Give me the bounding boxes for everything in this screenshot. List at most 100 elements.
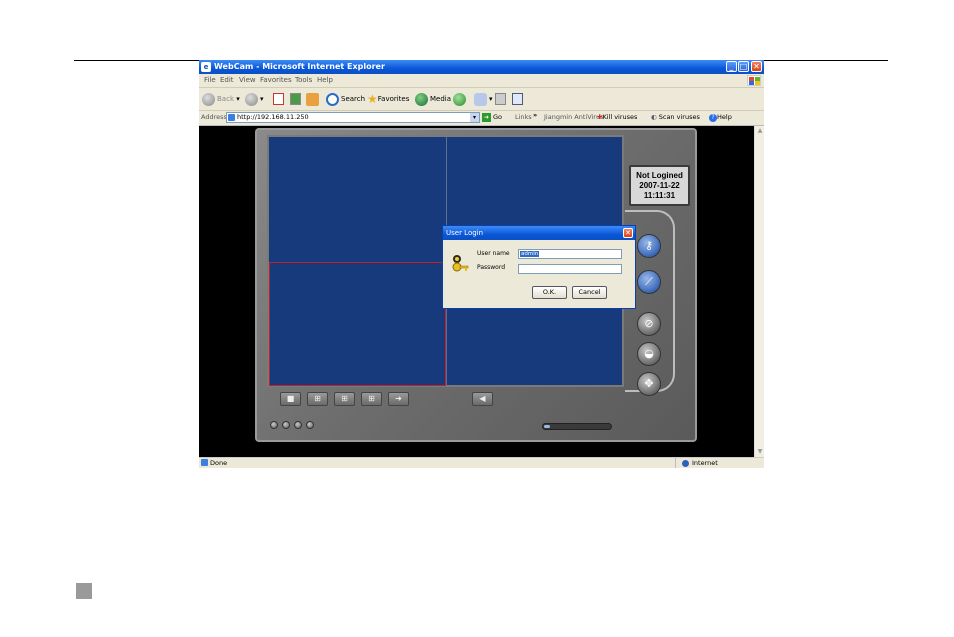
edit-page-icon <box>512 93 523 105</box>
address-input[interactable]: http://192.168.11.250 ▾ <box>226 112 480 123</box>
ie-window: e WebCam - Microsoft Internet Explorer _… <box>199 60 764 468</box>
dialog-title-bar: User Login ✕ <box>443 226 635 240</box>
menu-favorites[interactable]: Favorites <box>260 75 292 86</box>
standard-toolbar: Back ▾ ▾ Search ★Favorites Media ▾ <box>199 88 764 111</box>
edit-button[interactable] <box>512 91 523 107</box>
status-date: 2007-11-22 <box>639 181 680 190</box>
address-label: Address <box>201 113 227 121</box>
user-key-icon <box>452 255 469 272</box>
dialog-title: User Login <box>446 229 484 237</box>
refresh-button[interactable] <box>290 91 301 107</box>
status-time: 11:11:31 <box>643 191 676 200</box>
username-input[interactable]: admin <box>518 249 622 259</box>
channel-dot-1[interactable] <box>270 421 278 429</box>
menu-help[interactable]: Help <box>317 75 333 86</box>
quad-screen-icon: ⊞ <box>314 394 321 403</box>
media-icon <box>415 92 428 106</box>
username-label: User name <box>477 250 510 257</box>
login-key-button[interactable]: ⚷ <box>637 234 661 258</box>
channel-dot-3[interactable] <box>294 421 302 429</box>
help-link[interactable]: ? Help <box>709 113 732 122</box>
links-chevron[interactable]: » <box>533 111 537 119</box>
refresh-icon <box>290 93 301 105</box>
cancel-button[interactable]: Cancel <box>572 286 607 299</box>
go-arrow-icon: ➜ <box>482 112 491 122</box>
star-icon: ★ <box>367 92 378 106</box>
forward-arrow-icon <box>245 92 258 106</box>
nine-view-button[interactable]: ⊞ <box>334 392 355 406</box>
search-icon <box>326 92 339 106</box>
browser-viewport: Not Logined 2007-11-22 11:11:31 ⚷ ⟋ ⊘ ◒ … <box>199 126 754 457</box>
username-value: admin <box>520 251 540 257</box>
printer-icon <box>495 93 506 105</box>
volume-slider[interactable] <box>542 423 612 430</box>
selected-video-cell[interactable] <box>269 262 446 386</box>
setup-button[interactable]: ⟋ <box>637 270 661 294</box>
antivirus-label: Jiangmin AntiVirus <box>544 113 604 121</box>
channel-dot-4[interactable] <box>306 421 314 429</box>
menu-view[interactable]: View <box>239 75 256 86</box>
stop-button[interactable] <box>273 91 284 107</box>
speaker-icon: ◀ <box>479 394 486 403</box>
kill-viruses-button[interactable]: ✚Kill viruses <box>597 113 637 121</box>
password-input[interactable] <box>518 264 622 274</box>
mail-button[interactable]: ▾ <box>474 91 493 107</box>
key-icon: ⚷ <box>644 239 654 252</box>
ok-button[interactable]: O.K. <box>532 286 567 299</box>
menu-file[interactable]: File <box>204 75 216 86</box>
vertical-scrollbar[interactable]: ▲ ▼ <box>754 126 764 457</box>
sixteen-view-button[interactable]: ⊞ <box>361 392 382 406</box>
forward-button[interactable]: ▾ <box>245 91 264 107</box>
direction-pad-icon: ✥ <box>644 377 654 390</box>
sequence-button[interactable]: ➜ <box>388 392 409 406</box>
mail-icon <box>474 92 487 106</box>
go-button[interactable]: ➜ Go <box>482 112 502 123</box>
links-button[interactable]: Links <box>515 113 532 121</box>
ptz-button[interactable]: ◒ <box>637 342 661 366</box>
home-button[interactable] <box>306 91 321 107</box>
windows-logo-icon <box>747 75 761 86</box>
help-icon: ? <box>709 114 717 122</box>
maximize-button[interactable]: □ <box>738 61 749 72</box>
favorites-button[interactable]: ★Favorites <box>367 91 409 107</box>
search-button[interactable]: Search <box>326 91 365 107</box>
globe-icon <box>682 459 689 467</box>
address-dropdown-icon[interactable]: ▾ <box>470 113 479 122</box>
password-label: Password <box>477 264 506 271</box>
status-bar: Done Internet <box>199 457 764 468</box>
window-title: WebCam - Microsoft Internet Explorer <box>214 62 385 71</box>
close-button[interactable]: ✕ <box>751 61 762 72</box>
sixteen-screen-icon: ⊞ <box>368 394 375 403</box>
back-arrow-icon <box>202 92 215 106</box>
page-done-icon <box>201 459 208 466</box>
dialog-close-button[interactable]: ✕ <box>623 228 633 238</box>
single-view-button[interactable]: ■ <box>280 392 301 406</box>
menu-tools[interactable]: Tools <box>295 75 312 86</box>
stop-icon <box>273 93 284 105</box>
scroll-down-icon[interactable]: ▼ <box>756 448 764 456</box>
menu-bar: File Edit View Favorites Tools Help <box>199 74 764 88</box>
login-status-text: Not Logined <box>636 171 683 180</box>
minimize-button[interactable]: _ <box>726 61 737 72</box>
page-icon <box>228 114 235 121</box>
volume-knob[interactable] <box>544 425 550 428</box>
direction-button[interactable]: ✥ <box>637 372 661 396</box>
channel-dot-2[interactable] <box>282 421 290 429</box>
arrow-right-icon: ➜ <box>395 394 402 403</box>
print-button[interactable] <box>495 91 506 107</box>
playback-button[interactable]: ⊘ <box>637 312 661 336</box>
page-footer-square <box>76 583 92 599</box>
back-button[interactable]: Back ▾ <box>202 91 240 107</box>
media-button[interactable]: Media <box>415 91 451 107</box>
history-icon <box>453 92 466 106</box>
scan-viruses-button[interactable]: ◐ Scan viruses <box>651 113 700 121</box>
status-text: Done <box>210 459 228 467</box>
nine-screen-icon: ⊞ <box>341 394 348 403</box>
search-playback-icon: ⊘ <box>644 317 654 330</box>
quad-view-button[interactable]: ⊞ <box>307 392 328 406</box>
audio-button[interactable]: ◀ <box>472 392 493 406</box>
scroll-up-icon[interactable]: ▲ <box>756 127 764 135</box>
security-zone: Internet <box>675 458 718 468</box>
menu-edit[interactable]: Edit <box>220 75 234 86</box>
history-button[interactable] <box>453 91 468 107</box>
